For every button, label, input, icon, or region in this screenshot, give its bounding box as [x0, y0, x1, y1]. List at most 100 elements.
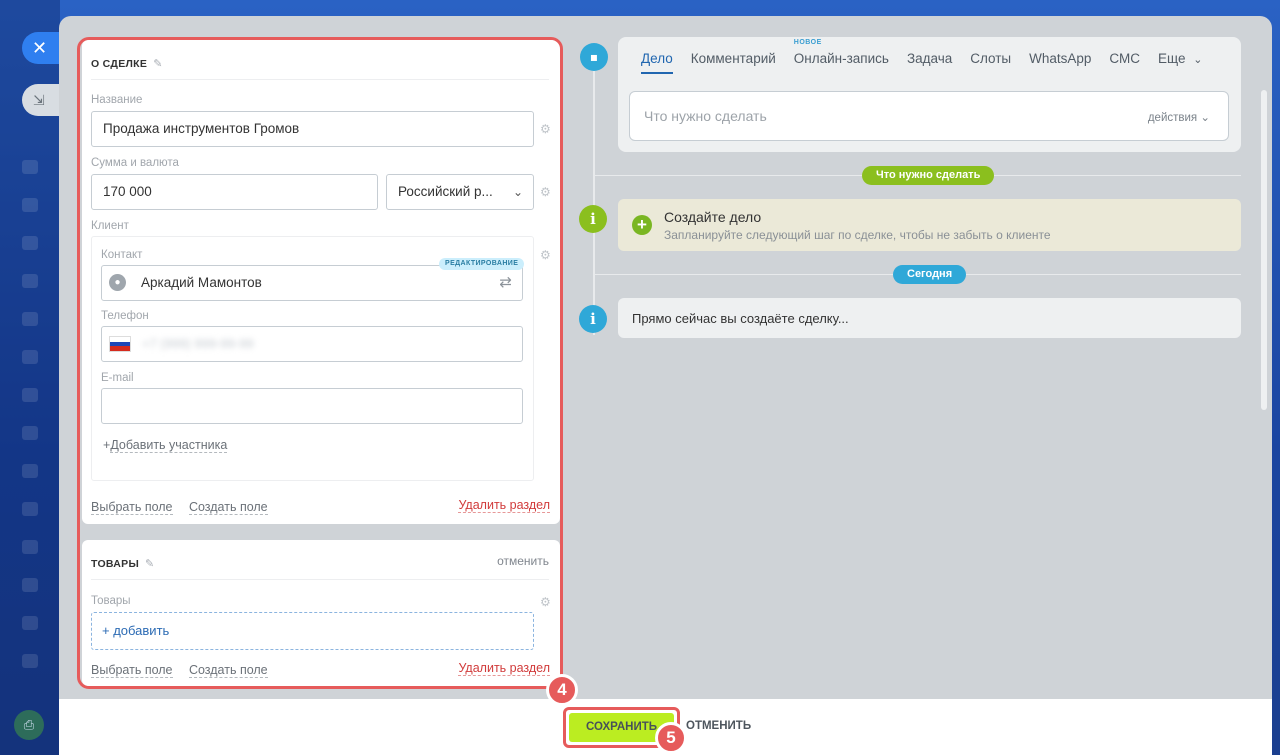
gear-icon[interactable]: ⚙ — [540, 595, 551, 609]
add-participant-label: Добавить участника — [110, 438, 228, 453]
contact-label: Контакт — [101, 249, 143, 261]
chevron-down-icon: ⌄ — [1200, 112, 1210, 124]
creating-deal-text: Прямо сейчас вы создаёте сделку... — [632, 311, 849, 326]
phone-label: Телефон — [101, 310, 149, 322]
products-label: Товары — [91, 595, 131, 607]
deal-name-label: Название — [91, 94, 143, 106]
cancel-button[interactable]: ОТМЕНИТЬ — [686, 720, 751, 732]
step-4-badge: 4 — [546, 674, 578, 706]
printer-icon[interactable]: ⎙ — [14, 710, 44, 740]
tab-more-label: Еще — [1158, 51, 1186, 66]
sidebar-icon — [22, 502, 38, 516]
products-section-footer: Выбрать поле Создать поле — [91, 661, 280, 679]
contact-input[interactable]: ● Аркадий Мамонтов ⇄ — [101, 265, 523, 301]
activity-tabs: Дело Комментарий НОВОЕ Онлайн-запись Зад… — [641, 39, 1202, 74]
info-icon: i — [579, 305, 607, 333]
tab-online-booking[interactable]: НОВОЕ Онлайн-запись — [793, 39, 889, 66]
sidebar-icon — [22, 160, 38, 174]
creating-deal-card: Прямо сейчас вы создаёте сделку... — [618, 298, 1241, 338]
new-badge: НОВОЕ — [793, 39, 822, 46]
gear-icon[interactable]: ⚙ — [540, 248, 551, 262]
todo-pill: Что нужно сделать — [862, 166, 995, 185]
activity-editor: Дело Комментарий НОВОЕ Онлайн-запись Зад… — [618, 37, 1241, 152]
select-field-link[interactable]: Выбрать поле — [91, 663, 173, 678]
client-label: Клиент — [91, 220, 129, 232]
create-activity-card[interactable]: + Создайте дело Запланируйте следующий ш… — [618, 199, 1241, 251]
sidebar-icon — [22, 198, 38, 212]
sidebar-icon — [22, 540, 38, 554]
todo-placeholder: Что нужно сделать — [644, 108, 767, 124]
deal-section-header: О СДЕЛКЕ ✎ — [91, 54, 549, 80]
deal-section-card: О СДЕЛКЕ ✎ Название Продажа инструментов … — [82, 40, 560, 524]
scrollbar[interactable] — [1261, 90, 1267, 410]
amount-label: Сумма и валюта — [91, 157, 179, 169]
close-icon: ✕ — [32, 38, 48, 58]
delete-section-link[interactable]: Удалить раздел — [458, 661, 550, 676]
email-label: E-mail — [101, 372, 134, 384]
create-activity-title: Создайте дело — [664, 209, 762, 225]
contact-value: Аркадий Мамонтов — [141, 275, 262, 290]
currency-value: Российский р... — [398, 184, 493, 199]
currency-select[interactable]: Российский р... ⌄ — [386, 174, 534, 210]
swap-icon[interactable]: ⇄ — [499, 266, 512, 300]
sidebar-icon — [22, 388, 38, 402]
sidebar-icon — [22, 312, 38, 326]
sidebar-icon — [22, 350, 38, 364]
pencil-icon[interactable]: ✎ — [153, 57, 162, 70]
phone-value: +7 (999) 999-99-99 — [142, 336, 254, 351]
minimize-icon: ⇲ — [33, 92, 45, 108]
info-icon: i — [579, 205, 607, 233]
sidebar-icon — [22, 578, 38, 592]
deal-form-column: О СДЕЛКЕ ✎ Название Продажа инструментов … — [77, 37, 563, 689]
deal-section-footer: Выбрать поле Создать поле — [91, 498, 280, 516]
tab-online-booking-label: Онлайн-запись — [793, 51, 889, 66]
actions-dropdown[interactable]: действия ⌄ — [1148, 110, 1210, 124]
create-field-link[interactable]: Создать поле — [188, 500, 268, 515]
chevron-down-icon: ⌄ — [512, 185, 523, 199]
pencil-icon[interactable]: ✎ — [145, 557, 154, 570]
plus-icon[interactable]: + — [632, 215, 652, 235]
editing-badge: РЕДАКТИРОВАНИЕ — [439, 258, 525, 270]
sidebar-icon — [22, 426, 38, 440]
tab-sms[interactable]: СМС — [1109, 51, 1140, 66]
tab-delo[interactable]: Дело — [641, 51, 673, 74]
select-field-link[interactable]: Выбрать поле — [91, 500, 173, 515]
amount-input[interactable]: 170 000 — [91, 174, 378, 210]
russia-flag-icon[interactable] — [109, 336, 131, 352]
person-icon: ● — [109, 274, 126, 291]
tab-more[interactable]: Еще ⌄ — [1158, 51, 1202, 66]
sidebar-icon — [22, 274, 38, 288]
chevron-down-icon: ⌄ — [1193, 54, 1203, 66]
create-field-link[interactable]: Создать поле — [188, 663, 268, 678]
close-slider-button[interactable]: ✕ — [22, 32, 62, 64]
deal-section-title: О СДЕЛКЕ — [91, 58, 148, 70]
todo-input[interactable]: Что нужно сделать действия ⌄ — [629, 91, 1229, 141]
sidebar-icon — [22, 616, 38, 630]
add-product-button[interactable]: + добавить — [91, 612, 534, 650]
products-section-header: ТОВАРЫ ✎ отменить — [91, 554, 549, 580]
products-section-title: ТОВАРЫ — [91, 558, 140, 570]
products-section-card: ТОВАРЫ ✎ отменить Товары ⚙ + добавить Выб… — [82, 540, 560, 686]
today-pill: Сегодня — [893, 265, 967, 284]
actions-label: действия — [1147, 112, 1198, 124]
phone-input[interactable]: +7 (999) 999-99-99 — [101, 326, 523, 362]
sidebar-icon — [22, 654, 38, 668]
tab-task[interactable]: Задача — [907, 51, 952, 66]
tab-comment[interactable]: Комментарий — [691, 51, 776, 66]
sidebar-icon — [22, 236, 38, 250]
minimize-slider-button[interactable]: ⇲ — [22, 84, 62, 116]
tab-whatsapp[interactable]: WhatsApp — [1029, 51, 1091, 66]
delete-section-link[interactable]: Удалить раздел — [458, 498, 550, 513]
products-cancel-link[interactable]: отменить — [497, 554, 549, 568]
email-input[interactable] — [101, 388, 523, 424]
deal-name-input[interactable]: Продажа инструментов Громов — [91, 111, 534, 147]
tab-slots[interactable]: Слоты — [970, 51, 1011, 66]
sidebar-icon — [22, 464, 38, 478]
gear-icon[interactable]: ⚙ — [540, 185, 551, 199]
create-activity-subtitle: Запланируйте следующий шаг по сделке, чт… — [664, 228, 1051, 242]
timeline-line — [593, 55, 595, 335]
comment-icon: ▪ — [580, 43, 608, 71]
add-participant-link[interactable]: +Добавить участника — [103, 438, 228, 453]
gear-icon[interactable]: ⚙ — [540, 122, 551, 136]
step-5-badge: 5 — [655, 722, 687, 754]
